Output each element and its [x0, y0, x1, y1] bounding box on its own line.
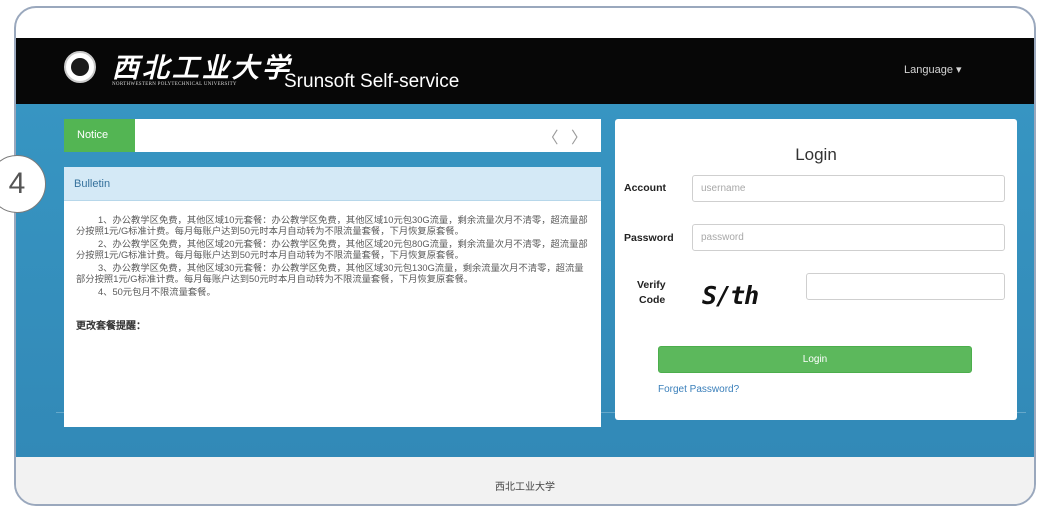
bulletin-item: 4、50元包月不限流量套餐。: [98, 287, 216, 297]
bulletin-tail: 更改套餐提醒：: [76, 320, 146, 332]
captcha-image[interactable]: S/th: [702, 281, 759, 310]
login-title: Login: [795, 145, 837, 164]
bulletin-body: 1、办公教学区免费，其他区域10元套餐：办公教学区免费，其他区域10元包30G流…: [76, 215, 590, 335]
verify-label-line2: Code: [639, 294, 666, 306]
bulletin-item: 3、办公教学区免费，其他区域30元套餐：办公教学区免费，其他区域30元包130G…: [76, 263, 584, 284]
bulletin-title: Bulletin: [64, 167, 601, 201]
password-label: Password: [624, 232, 674, 244]
bulletin-item: 2、办公教学区免费，其他区域20元套餐：办公教学区免费，其他区域20元包80G流…: [76, 239, 588, 260]
footer-text: 西北工业大学: [495, 482, 555, 493]
account-input[interactable]: [692, 175, 1005, 202]
login-panel: Login Account Password Verify Code S/th …: [615, 119, 1017, 420]
bulletin-panel: Bulletin 1、办公教学区免费，其他区域10元套餐：办公教学区免费，其他区…: [64, 167, 601, 427]
account-label: Account: [624, 182, 666, 194]
verify-label-line1: Verify: [637, 279, 666, 291]
password-input[interactable]: [692, 224, 1005, 251]
navbar: 西北工业大学 NORTHWESTERN POLYTECHNICAL UNIVER…: [16, 38, 1034, 104]
login-button[interactable]: Login: [658, 346, 972, 373]
browser-frame: 西北工业大学 NORTHWESTERN POLYTECHNICAL UNIVER…: [14, 6, 1036, 506]
app-title: Srunsoft Self-service: [284, 71, 460, 92]
university-seal-icon: [64, 51, 96, 83]
forget-password-link[interactable]: Forget Password?: [658, 384, 739, 395]
main-area: Notice 〈 〉 Bulletin 1、办公教学区免费，其他区域10元套餐：…: [16, 104, 1034, 457]
logo-english-name: NORTHWESTERN POLYTECHNICAL UNIVERSITY: [112, 82, 237, 87]
bulletin-item: 1、办公教学区免费，其他区域10元套餐：办公教学区免费，其他区域10元包30G流…: [76, 215, 588, 236]
footer: 西北工业大学: [16, 457, 1034, 504]
notice-bar: Notice 〈 〉: [64, 119, 601, 152]
language-dropdown[interactable]: Language ▾: [904, 63, 962, 76]
notice-nav-arrows-icon[interactable]: 〈 〉: [543, 124, 591, 148]
notice-tab[interactable]: Notice: [64, 119, 135, 152]
verify-code-input[interactable]: [806, 273, 1005, 300]
logo-chinese-name: 西北工业大学: [112, 53, 292, 84]
